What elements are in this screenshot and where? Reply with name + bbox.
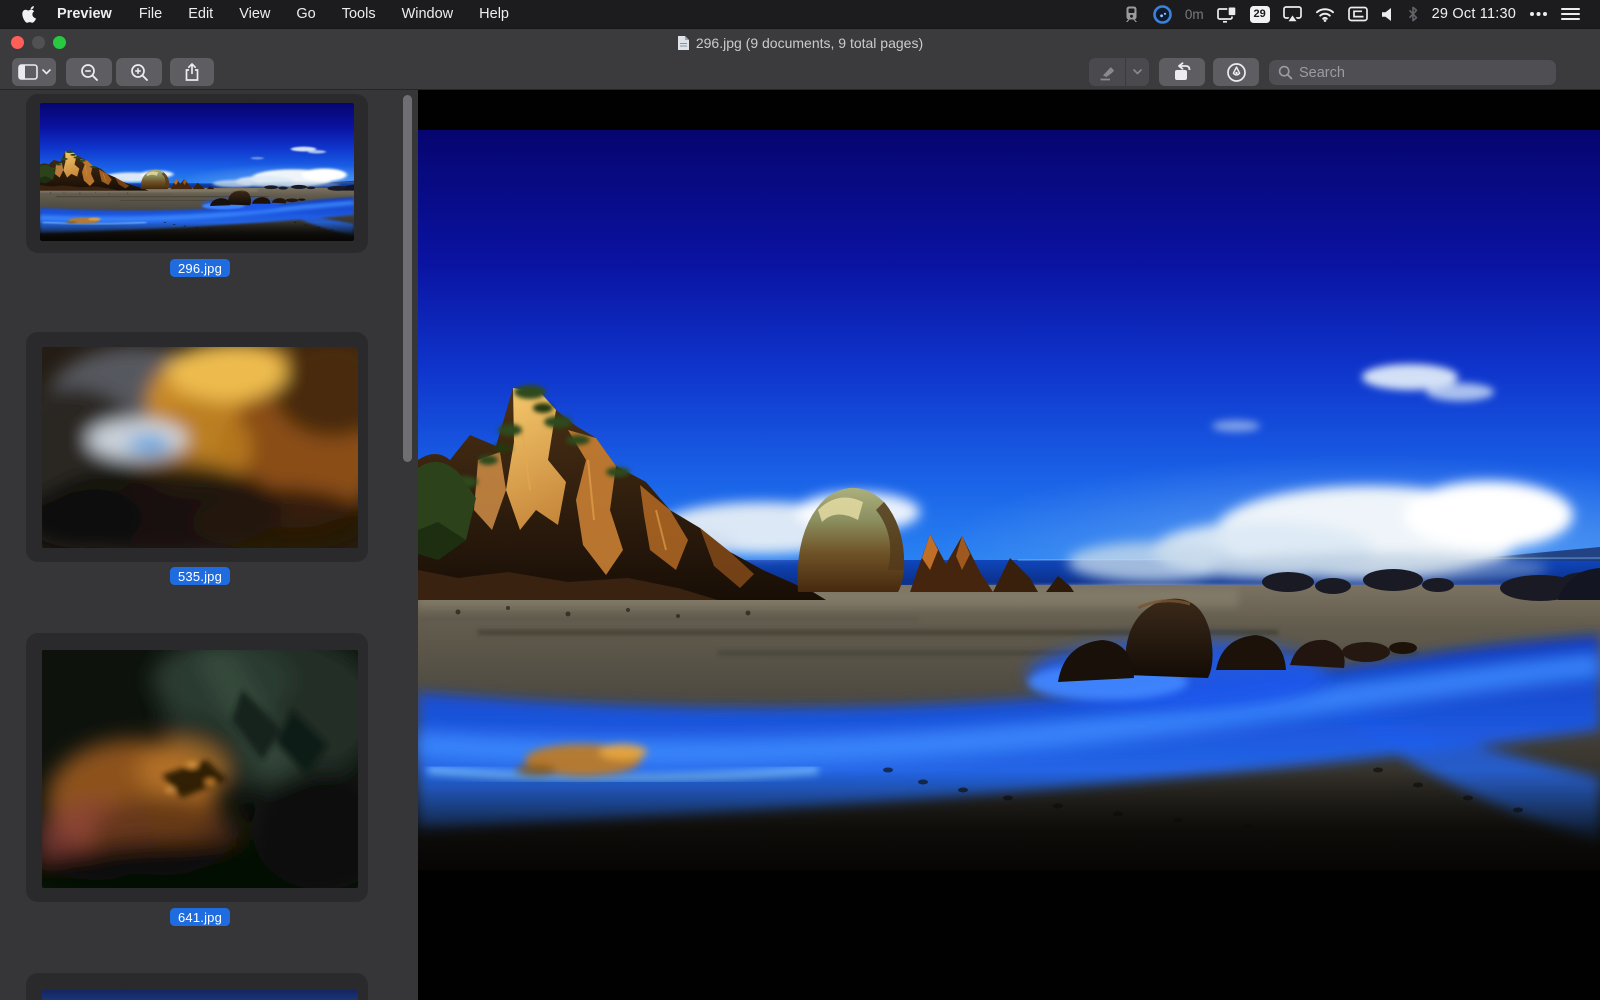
thumbnail-next-image (42, 990, 358, 1000)
more-dots-icon[interactable] (1529, 0, 1548, 28)
display-share-icon[interactable] (1217, 0, 1237, 28)
sidebar-scrollbar-thumb[interactable] (403, 95, 412, 462)
timer-status-label[interactable]: 0m (1185, 7, 1204, 22)
wifi-icon[interactable] (1315, 0, 1335, 28)
thumbnail-296-image (40, 103, 354, 241)
apple-menu-icon[interactable] (22, 5, 37, 23)
status-menu-extras: 0m 29 29 Oct 11:30 (1123, 0, 1586, 28)
document-image-296 (418, 130, 1600, 870)
share-icon (182, 62, 202, 82)
notification-list-icon[interactable] (1561, 0, 1580, 28)
menu-go[interactable]: Go (283, 0, 328, 28)
markup-toolbar-icon (1226, 62, 1247, 83)
markup-pen-dropdown[interactable] (1126, 58, 1149, 86)
thumbnail-641-label: 641.jpg (0, 908, 400, 926)
menu-edit[interactable]: Edit (175, 0, 226, 28)
airplay-icon[interactable] (1283, 0, 1302, 28)
document-view (418, 90, 1600, 1000)
chevron-down-icon (1133, 69, 1142, 75)
thumbnail-535-label: 535.jpg (0, 567, 400, 585)
thumbnail-535-image (42, 347, 358, 548)
markup-toolbar-toggle-button[interactable] (1213, 58, 1259, 86)
thumbnail-641[interactable] (26, 633, 368, 902)
zoom-out-button[interactable] (66, 58, 112, 86)
markup-pen-button[interactable] (1089, 58, 1125, 86)
thumbnail-next-partial[interactable] (26, 973, 368, 1000)
zoom-in-icon (130, 63, 149, 82)
search-field[interactable]: Search (1269, 60, 1556, 85)
menu-file[interactable]: File (126, 0, 175, 28)
chevron-down-icon (42, 69, 51, 75)
markup-pen-control (1089, 58, 1149, 86)
menu-preview[interactable]: Preview (43, 0, 126, 28)
bluetooth-icon[interactable] (1407, 0, 1419, 28)
document-icon (677, 35, 690, 51)
thumbnail-sidebar: 296.jpg (0, 90, 418, 1000)
zoom-in-button[interactable] (116, 58, 162, 86)
toolbar: Search (0, 56, 1600, 90)
thumbnail-296-label: 296.jpg (0, 259, 400, 277)
thumbnail-641-image (42, 650, 358, 888)
title-bar: 296.jpg (9 documents, 9 total pages) (0, 28, 1600, 56)
app-status-icon[interactable] (1153, 0, 1172, 28)
sidebar-toggle-button[interactable] (12, 58, 56, 86)
sidebar-icon (18, 64, 38, 80)
menu-tools[interactable]: Tools (329, 0, 389, 28)
search-placeholder: Search (1299, 65, 1345, 81)
thumbnail-296[interactable] (26, 94, 368, 253)
thumbnail-535[interactable] (26, 332, 368, 562)
menu-window[interactable]: Window (389, 0, 467, 28)
menu-items: Preview File Edit View Go Tools Window H… (14, 0, 522, 28)
window-title-area: 296.jpg (9 documents, 9 total pages) (0, 29, 1600, 57)
zoom-out-icon (80, 63, 99, 82)
rotate-left-button[interactable] (1159, 58, 1205, 86)
menu-view[interactable]: View (226, 0, 283, 28)
menu-bar: Preview File Edit View Go Tools Window H… (0, 0, 1600, 28)
marker-pen-icon (1098, 63, 1116, 81)
calendar-status-icon[interactable]: 29 (1250, 6, 1270, 23)
search-icon (1278, 65, 1293, 80)
window-title: 296.jpg (9 documents, 9 total pages) (696, 35, 923, 51)
rotate-left-icon (1171, 62, 1193, 82)
menu-help[interactable]: Help (466, 0, 522, 28)
clock-label[interactable]: 29 Oct 11:30 (1432, 6, 1516, 22)
share-button[interactable] (170, 58, 214, 86)
train-status-icon[interactable] (1123, 0, 1140, 28)
volume-icon[interactable] (1381, 0, 1394, 28)
input-source-icon[interactable] (1348, 0, 1368, 28)
